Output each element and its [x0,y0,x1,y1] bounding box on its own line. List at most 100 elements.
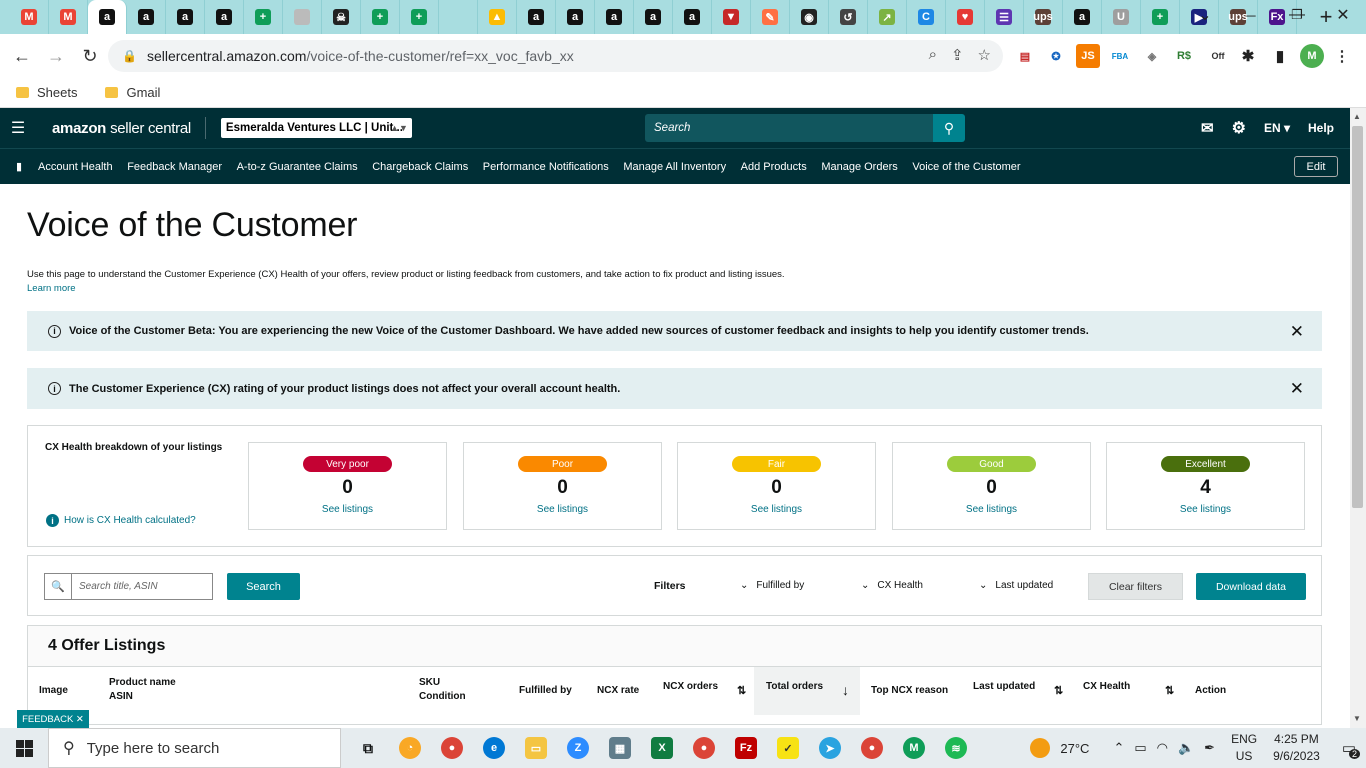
browser-tab[interactable]: a [127,0,166,34]
browser-tab[interactable] [283,0,322,34]
browser-tab[interactable]: a [595,0,634,34]
back-button[interactable]: ← [6,40,38,72]
spotify-icon[interactable]: ≋ [935,728,977,768]
browser-tab[interactable]: + [400,0,439,34]
extension-5-icon[interactable]: ◈ [1140,44,1164,68]
listing-search-input[interactable]: Search title, ASIN [72,574,158,599]
extensions-puzzle-icon[interactable]: ✱ [1236,44,1260,68]
see-listings-link[interactable]: See listings [464,504,661,515]
col-ncx-orders[interactable]: NCX orders [663,680,718,694]
file-explorer-icon[interactable]: ▭ [515,728,557,768]
close-icon[interactable]: ✕ [1290,322,1304,342]
scroll-down-icon[interactable]: ▼ [1353,714,1361,723]
browser-tab[interactable]: ▼ [712,0,751,34]
listing-search-button[interactable]: Search [227,573,300,600]
nav-link[interactable]: Performance Notifications [483,161,609,173]
col-last-updated[interactable]: Last updated [973,680,1035,694]
col-product-name[interactable]: Product name ASIN [109,676,176,704]
extension-6-icon[interactable]: R$ [1172,44,1196,68]
share-icon[interactable]: ⇪ [951,46,964,64]
extension-2-icon[interactable]: ✪ [1044,44,1068,68]
browser-tab[interactable] [439,0,478,34]
see-listings-link[interactable]: See listings [249,504,446,515]
seller-search-input[interactable]: Search [645,114,933,142]
reload-button[interactable]: ↻ [74,40,106,72]
fulfilled-by-filter[interactable]: ⌄ Fulfilled by [740,580,804,591]
sort-updown-icon[interactable]: ⇅ [1165,684,1174,697]
browser-tab[interactable]: ◉ [790,0,829,34]
browser-tab[interactable]: ✎ [751,0,790,34]
pen-icon[interactable]: ✒ [1204,740,1215,756]
browser-tab[interactable]: a [634,0,673,34]
app-icon-1[interactable]: ◔ [389,728,431,768]
col-fulfilled-by[interactable]: Fulfilled by [519,684,572,698]
nav-link[interactable]: Manage All Inventory [623,161,726,173]
battery-icon[interactable]: ▭ [1134,740,1146,756]
bookmark-sheets[interactable]: Sheets [16,85,77,100]
cx-health-how-link[interactable]: i How is CX Health calculated? [46,514,196,527]
browser-tab[interactable]: + [244,0,283,34]
listing-search-box[interactable]: 🔍 Search title, ASIN [44,573,213,600]
minimize-icon[interactable]: ─ [1228,0,1274,30]
edit-nav-button[interactable]: Edit [1294,156,1338,177]
col-cx-health[interactable]: CX Health [1083,680,1130,694]
last-updated-filter[interactable]: ⌄ Last updated [979,580,1053,591]
zoom-app-icon[interactable]: Z [557,728,599,768]
close-window-button[interactable]: ✕ [1320,0,1366,30]
col-sku[interactable]: SKU Condition [419,676,466,704]
clock[interactable]: 4:25 PM 9/6/2023 [1273,731,1320,765]
telegram-icon[interactable]: ➤ [809,728,851,768]
col-total-orders[interactable]: Total orders [766,680,823,694]
browser-tab[interactable]: M [49,0,88,34]
bookmark-gmail[interactable]: Gmail [105,85,160,100]
browser-tab[interactable]: ♥ [946,0,985,34]
chrome-icon[interactable]: ● [431,728,473,768]
browser-tab[interactable]: a [673,0,712,34]
menu-kebab-icon[interactable]: ⋮ [1330,44,1354,68]
browser-tab[interactable]: a [88,0,127,34]
windows-start-icon[interactable] [0,739,48,757]
forward-button[interactable]: → [40,40,72,72]
sort-down-arrow-icon[interactable]: ↓ [842,682,849,698]
filezilla-icon[interactable]: Fz [725,728,767,768]
chevron-up-icon[interactable]: ⌃ [1113,740,1124,756]
nav-link[interactable]: Feedback Manager [127,161,222,173]
browser-tab[interactable]: ☰ [985,0,1024,34]
input-language[interactable]: ENG US [1231,731,1257,765]
excel-icon[interactable]: X [641,728,683,768]
browser-tab[interactable]: + [361,0,400,34]
browser-tab[interactable]: a [166,0,205,34]
browser-tab[interactable]: a [205,0,244,34]
see-listings-link[interactable]: See listings [678,504,875,515]
sidepanel-icon[interactable]: ▮ [1268,44,1292,68]
seller-search-button[interactable]: ⚲ [933,114,965,142]
junglescout-extension-icon[interactable]: JS [1076,44,1100,68]
learn-more-link[interactable]: Learn more [27,283,1322,294]
hamburger-menu-icon[interactable]: ☰ [0,118,36,138]
feedback-button[interactable]: FEEDBACK ✕ [17,710,89,728]
nav-link[interactable]: Voice of the Customer [912,161,1020,173]
bookmark-flag-icon[interactable]: ▮ [0,160,38,173]
tab-search-chevron-icon[interactable]: ⌄ [1182,0,1228,30]
gear-icon[interactable]: ⚙ [1232,118,1246,138]
chrome-profile-icon[interactable]: ● [683,728,725,768]
seller-central-logo[interactable]: amazon seller central [36,117,206,139]
browser-tab[interactable]: a [556,0,595,34]
sort-updown-icon[interactable]: ⇅ [737,684,746,697]
maximize-icon[interactable]: ❐ [1274,0,1320,30]
scroll-up-icon[interactable]: ▲ [1353,112,1361,121]
nav-link[interactable]: A-to-z Guarantee Claims [237,161,358,173]
address-bar[interactable]: 🔒 sellercentral.amazon.com/voice-of-the-… [108,40,1003,72]
extension-1-icon[interactable]: ▤ [1013,44,1037,68]
calculator-icon[interactable]: ▦ [599,728,641,768]
download-data-button[interactable]: Download data [1196,573,1306,600]
fba-extension-icon[interactable]: FBA [1108,44,1132,68]
language-selector[interactable]: EN ▾ [1264,121,1290,135]
close-icon[interactable]: ✕ [1290,379,1304,399]
browser-tab[interactable]: ↗ [868,0,907,34]
scrollbar-thumb[interactable] [1352,126,1363,508]
account-switcher[interactable]: Esmeralda Ventures LLC | Unit... ▲▼ [220,118,412,138]
zoom-icon[interactable]: ⌕ [929,46,937,64]
task-view-icon[interactable]: ⧉ [347,728,389,768]
browser-tab[interactable]: M [10,0,49,34]
